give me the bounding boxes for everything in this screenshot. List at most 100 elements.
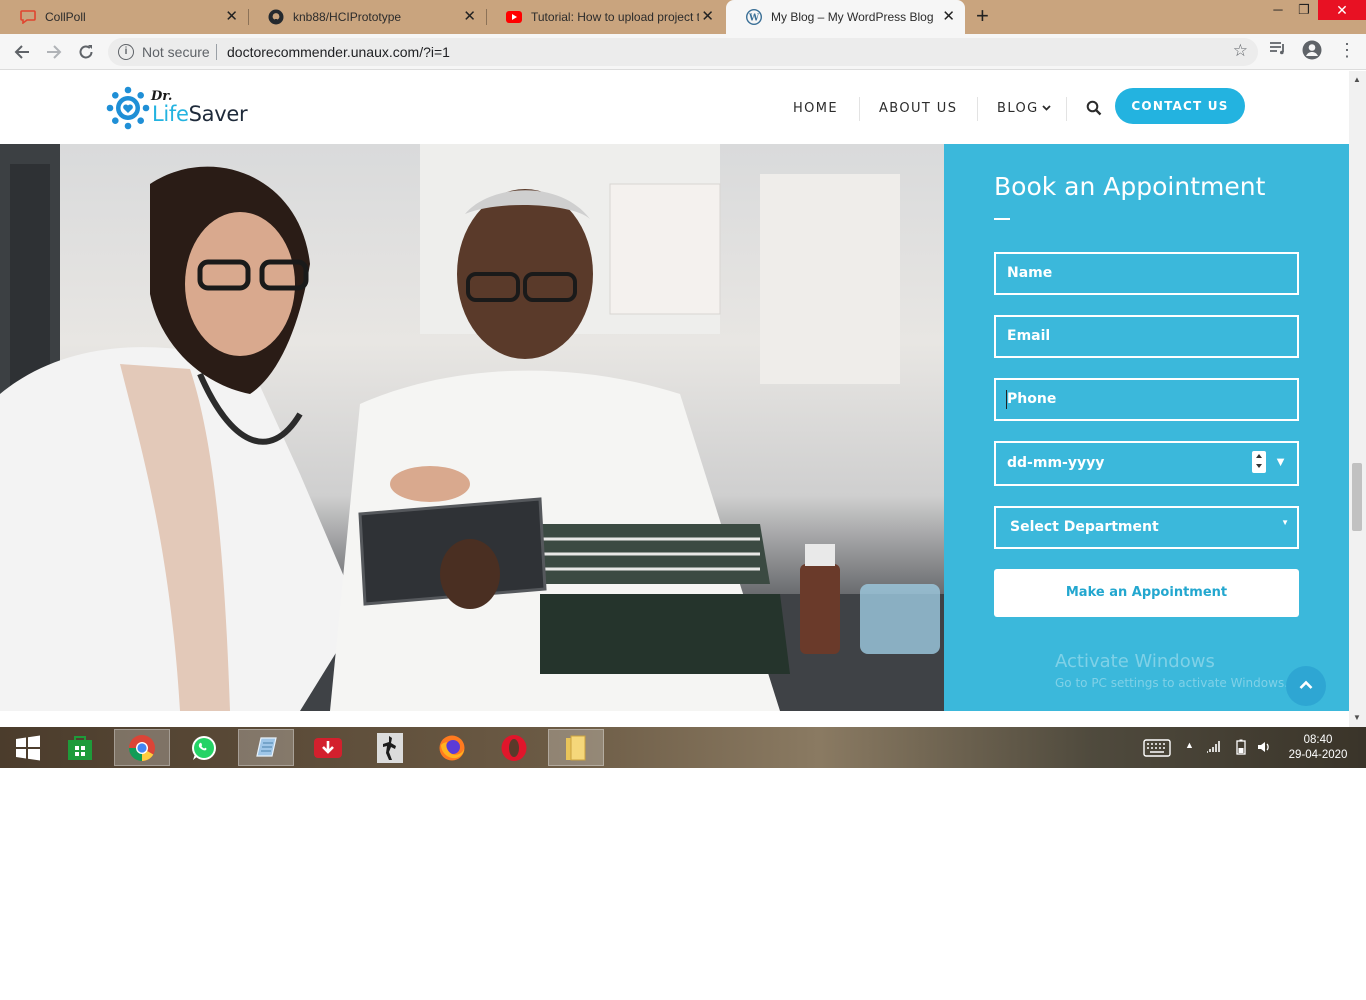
- restore-button[interactable]: ❐: [1294, 0, 1314, 20]
- logo-word-life: Life: [152, 102, 189, 126]
- download-manager-icon: [314, 737, 342, 758]
- store-icon: [68, 735, 92, 760]
- phone-field[interactable]: Phone: [994, 378, 1299, 421]
- site-header: Dr. LifeSaver HOME ABOUT US BLOG CONTACT…: [0, 71, 1349, 144]
- minimize-button[interactable]: ─: [1268, 0, 1288, 20]
- contact-us-button[interactable]: CONTACT US: [1115, 88, 1245, 124]
- department-selected-value: Select Department: [1010, 519, 1159, 535]
- new-tab-button[interactable]: +: [976, 5, 989, 27]
- department-select[interactable]: Select Department ▼: [994, 506, 1299, 549]
- youtube-icon: [506, 9, 522, 25]
- reload-button[interactable]: [74, 40, 98, 64]
- search-icon[interactable]: [1086, 100, 1102, 116]
- whatsapp-icon: [192, 735, 216, 760]
- scroll-to-top-button[interactable]: [1286, 666, 1326, 706]
- close-tab-icon[interactable]: ✕: [463, 9, 476, 25]
- tab-my-blog[interactable]: W My Blog – My WordPress Blog ✕: [726, 0, 965, 34]
- chrome-icon: [128, 734, 155, 761]
- close-tab-icon[interactable]: ✕: [225, 9, 238, 25]
- counter-strike-icon: [377, 732, 403, 763]
- phone-placeholder: Phone: [1007, 391, 1057, 407]
- taskbar-game[interactable]: [362, 729, 418, 766]
- taskbar-downloader[interactable]: [300, 729, 356, 766]
- taskbar-notes[interactable]: [238, 729, 294, 766]
- scroll-up-arrow[interactable]: ▲: [1353, 75, 1361, 84]
- close-tab-icon[interactable]: ✕: [701, 9, 714, 25]
- system-clock[interactable]: 08:40 29-04-2020: [1288, 733, 1348, 763]
- tab-strip: CollPoll ✕ knb88/HCIPrototype ✕ Tutorial…: [0, 0, 1366, 34]
- nav-blog[interactable]: BLOG: [997, 101, 1039, 116]
- address-bar[interactable]: i Not secure doctorecommender.unaux.com/…: [108, 38, 1258, 66]
- start-button[interactable]: [0, 729, 56, 766]
- volume-icon[interactable]: [1256, 739, 1272, 758]
- close-window-button[interactable]: ✕: [1318, 0, 1366, 20]
- windows-watermark-title: Activate Windows: [1055, 651, 1215, 672]
- clock-date: 29-04-2020: [1288, 749, 1348, 761]
- date-placeholder: dd-mm-yyyy: [1007, 455, 1105, 471]
- date-field[interactable]: dd-mm-yyyy ▼: [994, 441, 1299, 486]
- signal-icon[interactable]: [1206, 739, 1222, 756]
- nav-home[interactable]: HOME: [793, 101, 838, 116]
- taskbar-whatsapp[interactable]: [176, 729, 232, 766]
- nav-divider: [977, 97, 978, 121]
- taskbar-chrome[interactable]: [114, 729, 170, 766]
- divider: [216, 44, 217, 60]
- security-label[interactable]: Not secure: [142, 44, 210, 60]
- page-scrollbar[interactable]: ▲ ▼: [1349, 71, 1366, 727]
- info-icon[interactable]: i: [118, 44, 134, 60]
- chat-bubble-icon: [20, 9, 36, 25]
- svg-text:W: W: [748, 14, 760, 24]
- back-button[interactable]: [10, 40, 34, 64]
- folder-icon: [566, 735, 586, 760]
- browser-toolbar: i Not secure doctorecommender.unaux.com/…: [0, 34, 1366, 70]
- email-field[interactable]: Email: [994, 315, 1299, 358]
- tab-github[interactable]: knb88/HCIPrototype ✕: [248, 0, 486, 34]
- logo-gear-icon: [106, 86, 150, 130]
- windows-logo-icon: [16, 735, 40, 760]
- taskbar-firefox[interactable]: [424, 729, 480, 766]
- taskbar-store[interactable]: [52, 729, 108, 766]
- windows-taskbar: ▲ 08:40 29-04-2020: [0, 727, 1366, 768]
- profile-icon[interactable]: [1302, 40, 1322, 65]
- wordpress-icon: W: [746, 9, 762, 25]
- url-text[interactable]: doctorecommender.unaux.com/?i=1: [227, 44, 450, 60]
- tab-collpoll[interactable]: CollPoll ✕: [0, 0, 248, 34]
- booking-panel: Book an Appointment Name Email Phone dd-…: [944, 144, 1349, 711]
- opera-icon: [501, 734, 527, 761]
- chevron-down-icon[interactable]: [1042, 101, 1051, 120]
- media-icon[interactable]: [1270, 41, 1286, 60]
- firefox-icon: [439, 735, 465, 760]
- site-logo[interactable]: Dr. LifeSaver: [106, 84, 256, 130]
- nav-about-us[interactable]: ABOUT US: [879, 101, 957, 116]
- taskbar-opera[interactable]: [486, 729, 542, 766]
- nav-divider: [859, 97, 860, 121]
- name-placeholder: Name: [1007, 265, 1053, 281]
- tab-title: Tutorial: How to upload project t: [531, 10, 699, 24]
- clock-time: 08:40: [1303, 734, 1333, 746]
- date-spinner-icon[interactable]: [1252, 451, 1266, 473]
- scroll-thumb[interactable]: [1352, 463, 1362, 531]
- taskbar-file-explorer[interactable]: [548, 729, 604, 766]
- chevron-up-icon: [1299, 680, 1313, 689]
- scroll-down-arrow[interactable]: ▼: [1353, 713, 1361, 722]
- email-placeholder: Email: [1007, 328, 1051, 344]
- star-icon[interactable]: ☆: [1233, 41, 1248, 61]
- date-dropdown-icon[interactable]: ▼: [1274, 454, 1287, 469]
- tab-youtube[interactable]: Tutorial: How to upload project t ✕: [486, 0, 724, 34]
- keyboard-icon[interactable]: [1143, 739, 1171, 760]
- tab-title: CollPoll: [45, 10, 86, 24]
- battery-icon[interactable]: [1236, 739, 1246, 758]
- menu-icon[interactable]: ⋮: [1338, 40, 1356, 61]
- notepad-icon: [256, 736, 277, 757]
- select-arrow-icon: ▼: [1281, 518, 1289, 527]
- web-page: Dr. LifeSaver HOME ABOUT US BLOG CONTACT…: [0, 71, 1349, 727]
- logo-word-saver: Saver: [188, 102, 248, 126]
- booking-title: Book an Appointment: [994, 172, 1266, 201]
- hero-image: [0, 144, 944, 711]
- close-tab-icon[interactable]: ✕: [942, 9, 955, 25]
- nav-divider: [1066, 97, 1067, 121]
- forward-button[interactable]: [42, 40, 66, 64]
- tray-expand-icon[interactable]: ▲: [1185, 740, 1194, 750]
- name-field[interactable]: Name: [994, 252, 1299, 295]
- make-appointment-button[interactable]: Make an Appointment: [994, 569, 1299, 617]
